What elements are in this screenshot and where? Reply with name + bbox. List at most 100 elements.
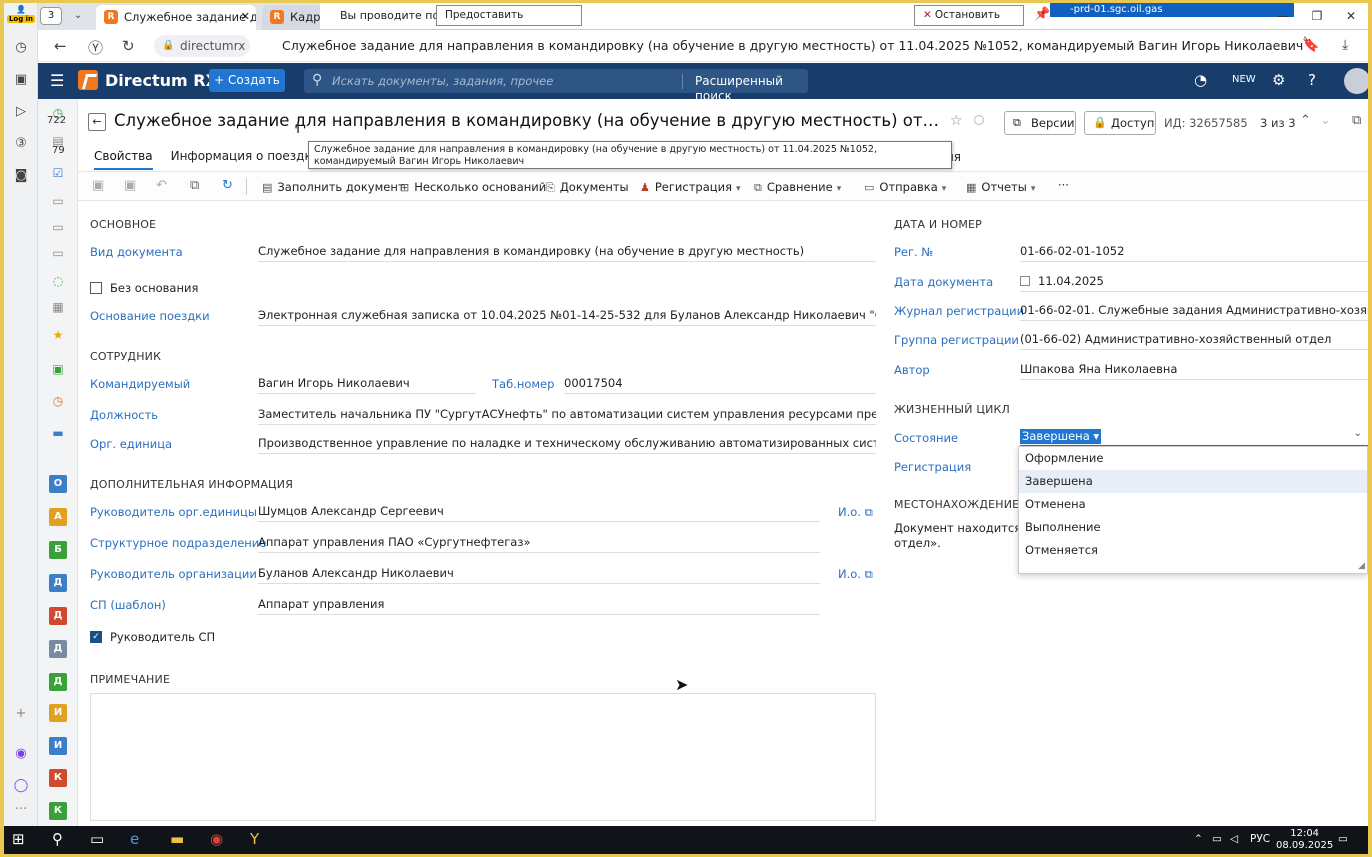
notifications-icon[interactable]: ▭ xyxy=(1338,833,1348,845)
multiple-basis-button[interactable]: ⊞ Несколько оснований xyxy=(400,180,546,194)
close-tab-icon[interactable]: ✕ xyxy=(241,5,250,29)
collections-icon[interactable]: ▣ xyxy=(10,69,32,91)
doc-date-field[interactable]: 11.04.2025 xyxy=(1020,274,1368,292)
tab-properties[interactable]: Свойства xyxy=(94,149,153,170)
gear-icon[interactable]: ⚙ xyxy=(1272,71,1285,89)
bookmark-icon[interactable]: 🔖 xyxy=(1302,37,1319,53)
org-unit-field[interactable]: Производственное управление по наладке и… xyxy=(258,436,876,454)
trip-basis-label[interactable]: Основание поездки xyxy=(90,309,210,323)
registration-menu[interactable]: ♟ Регистрация ▾ xyxy=(640,180,741,194)
chrome-icon[interactable]: ◉ xyxy=(210,830,223,848)
doc-kind-label[interactable]: Вид документа xyxy=(90,245,183,259)
unit-head-label[interactable]: Руководитель орг.единицы xyxy=(90,505,257,519)
global-search[interactable]: ⚲ Искать документы, задания, прочее Расш… xyxy=(304,69,808,103)
network-icon[interactable]: ▭ xyxy=(1212,833,1222,845)
ie-icon[interactable]: e xyxy=(130,830,139,848)
folder-icon[interactable]: ▭ xyxy=(47,217,69,237)
more-actions-button[interactable]: ··· xyxy=(1058,178,1069,192)
login-button[interactable]: 👤 Log in xyxy=(7,5,35,29)
traveler-field[interactable]: Вагин Игорь Николаевич xyxy=(258,376,476,394)
shortcut-letter[interactable]: И xyxy=(49,737,67,755)
traveler-label[interactable]: Командируемый xyxy=(90,377,190,391)
history-icon[interactable]: ◷ xyxy=(47,391,69,411)
shortcut-letter[interactable]: Д xyxy=(49,640,67,658)
shortcut-letter[interactable]: И xyxy=(49,704,67,722)
state-select[interactable]: Завершена ▾ ⌄ xyxy=(1020,428,1368,446)
language-indicator[interactable]: РУС xyxy=(1250,833,1270,845)
alice-icon[interactable]: ◉ xyxy=(10,743,32,765)
assistant-icon[interactable]: ◯ xyxy=(10,775,32,797)
tab-number-field[interactable]: 00017504 xyxy=(564,376,876,394)
acting-link[interactable]: И.о. ⧉ xyxy=(838,505,873,520)
versions-button[interactable]: ⧉ Версии xyxy=(1004,111,1076,135)
sp-label[interactable]: СП (шаблон) xyxy=(90,598,166,612)
comparison-menu[interactable]: ⧉ Сравнение ▾ xyxy=(754,180,841,195)
favorite-star-icon[interactable]: ☆ xyxy=(950,113,963,129)
shortcut-letter[interactable]: Б xyxy=(49,541,67,559)
sp-field[interactable]: Аппарат управления xyxy=(258,597,820,615)
documents-button[interactable]: ⎘ Документы xyxy=(546,180,629,195)
unit-head-field[interactable]: Шумцов Александр Сергеевич xyxy=(258,504,820,522)
resize-handle-icon[interactable]: ◢ xyxy=(1358,561,1365,571)
folder-open-icon[interactable]: ▬ xyxy=(47,423,69,443)
url-field[interactable]: 🔒 directumrx xyxy=(154,35,250,57)
pin-icon[interactable]: 📌 xyxy=(1034,7,1050,22)
state-option[interactable]: Отменяется xyxy=(1019,539,1367,562)
download-icon[interactable]: ⤓ xyxy=(1342,37,1348,53)
position-label[interactable]: Должность xyxy=(90,408,158,422)
star-icon[interactable]: ★ xyxy=(47,325,69,345)
sending-menu[interactable]: ▭ Отправка ▾ xyxy=(864,180,946,194)
folder-icon[interactable]: ▭ xyxy=(47,191,69,211)
access-button[interactable]: 🔒 Доступ xyxy=(1084,111,1156,135)
shortcut-letter[interactable]: Д xyxy=(49,574,67,592)
tab-list-chevron-icon[interactable]: ⌄ xyxy=(68,7,88,25)
registration-label[interactable]: Регистрация xyxy=(894,460,971,474)
copy-icon[interactable]: ⧉ xyxy=(190,178,199,193)
tab-groups-icon[interactable]: ③ xyxy=(10,133,32,155)
yandex-browser-icon[interactable]: Y xyxy=(250,830,259,848)
back-button[interactable]: ← xyxy=(88,113,106,131)
more-icon[interactable]: ··· xyxy=(10,799,32,821)
shortcut-letter[interactable]: О xyxy=(49,475,67,493)
state-label[interactable]: Состояние xyxy=(894,431,958,445)
author-label[interactable]: Автор xyxy=(894,363,930,377)
give-control-dropdown[interactable]: Предоставить управление ▾ xyxy=(436,5,582,40)
reports-menu[interactable]: ▦ Отчеты ▾ xyxy=(966,180,1035,194)
stop-share-button[interactable]: ✕Остановить показ xyxy=(914,5,1024,40)
back-arrow-icon[interactable]: ← xyxy=(54,37,67,55)
acting-link[interactable]: И.о. ⧉ xyxy=(838,567,873,582)
task-view-icon[interactable]: ▭ xyxy=(90,830,104,848)
reload-icon[interactable]: ↻ xyxy=(122,37,135,55)
menu-icon[interactable]: ☰ xyxy=(50,71,64,90)
clock[interactable]: 12:04 08.09.2025 xyxy=(1276,828,1333,852)
folder-icon[interactable]: ▭ xyxy=(47,243,69,263)
doc-date-label[interactable]: Дата документа xyxy=(894,275,993,289)
reg-group-label[interactable]: Группа регистрации xyxy=(894,333,1019,347)
search-icon[interactable]: ⚲ xyxy=(52,830,63,848)
chevron-down-icon[interactable]: ⌄ xyxy=(1320,113,1331,128)
state-option[interactable]: Завершена xyxy=(1019,470,1367,493)
struct-unit-field[interactable]: Аппарат управления ПАО «Сургутнефтегаз» xyxy=(258,535,820,553)
explorer-icon[interactable]: ▬ xyxy=(170,830,184,848)
volume-icon[interactable]: ◁ xyxy=(1230,833,1238,845)
restore-icon[interactable]: ❐ xyxy=(1300,3,1334,30)
save-icon[interactable]: ▣ xyxy=(92,178,104,193)
state-option[interactable]: Выполнение xyxy=(1019,516,1367,539)
shortcut-letter[interactable]: Д xyxy=(49,607,67,625)
checklist-icon[interactable]: ☑ xyxy=(47,163,69,183)
note-textarea[interactable] xyxy=(90,693,876,821)
open-external-icon[interactable]: ⧉ xyxy=(1352,113,1361,128)
yandex-icon[interactable]: Ⓨ xyxy=(88,37,103,58)
author-field[interactable]: Шпакова Яна Николаевна xyxy=(1020,362,1368,380)
shortcut-letter[interactable]: А xyxy=(49,508,67,526)
shortcut-letter[interactable]: К xyxy=(49,769,67,787)
journal-field[interactable]: 01-66-02-01. Служебные задания Администр… xyxy=(1020,303,1368,321)
doc-check-icon[interactable]: ▣ xyxy=(47,359,69,379)
org-head-field[interactable]: Буланов Александр Николаевич xyxy=(258,566,820,584)
calendar-icon[interactable]: ▦ xyxy=(47,297,69,317)
app-logo[interactable]: Directum RX xyxy=(78,70,218,90)
save-close-icon[interactable]: ▣ xyxy=(124,178,136,193)
advanced-search-link[interactable]: Расширенный поиск xyxy=(682,74,808,103)
create-button[interactable]: + Создать xyxy=(209,69,285,92)
history-icon[interactable]: ◷ xyxy=(10,37,32,59)
